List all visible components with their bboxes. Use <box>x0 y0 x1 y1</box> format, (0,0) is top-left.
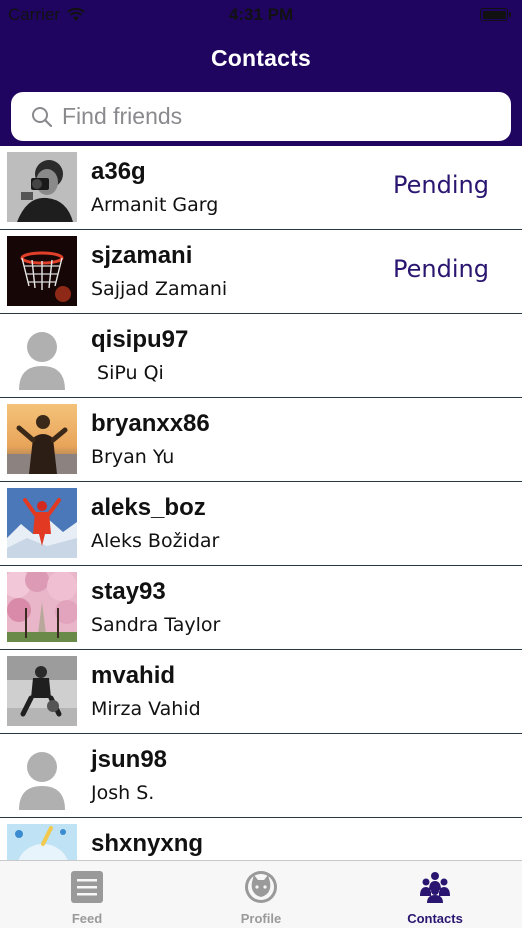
status-time: 4:31 PM <box>228 5 294 24</box>
contact-row[interactable]: a36g Armanit Garg Pending <box>0 146 522 230</box>
battery-icon <box>480 8 511 21</box>
tab-label: Profile <box>240 911 282 926</box>
group-icon <box>420 872 450 903</box>
avatar <box>7 236 77 306</box>
contact-row[interactable]: stay93 Sandra Taylor <box>0 566 522 650</box>
narwhal-cartoon-photo <box>7 824 77 860</box>
basketball-hoop-photo <box>7 236 77 306</box>
avatar <box>7 404 77 474</box>
avatar <box>7 740 77 810</box>
feed-icon <box>71 871 103 903</box>
contact-row[interactable]: bryanxx86 Bryan Yu <box>0 398 522 482</box>
cherry-blossom-path-photo <box>7 572 77 642</box>
avatar <box>7 824 77 860</box>
tab-feed[interactable]: Feed <box>0 861 174 928</box>
contact-fullname: Josh S. <box>91 782 155 804</box>
contact-row[interactable]: sjzamani Sajjad Zamani Pending <box>0 230 522 314</box>
contact-username: jsun98 <box>91 746 168 773</box>
tab-bar: Feed Profile Contacts <box>0 860 522 928</box>
page-title: Contacts <box>210 45 311 71</box>
contact-list[interactable]: a36g Armanit Garg Pending sjzamani Sajja… <box>0 146 522 860</box>
avatar <box>7 488 77 558</box>
contact-fullname: Sandra Taylor <box>91 614 221 636</box>
pending-status: Pending <box>393 255 489 283</box>
avatar <box>7 152 77 222</box>
contact-row[interactable]: qisipu97 SiPu Qi <box>0 314 522 398</box>
contact-username: stay93 <box>91 578 166 605</box>
contact-username: bryanxx86 <box>91 410 210 437</box>
contact-fullname: Aleks Božidar <box>91 530 220 552</box>
search-icon <box>32 106 53 127</box>
man-with-camera-photo <box>7 152 77 222</box>
header: Carrier 4:31 PM Contacts <box>0 0 522 146</box>
search-input[interactable] <box>62 103 482 130</box>
avatar <box>7 572 77 642</box>
contact-row[interactable]: mvahid Mirza Vahid <box>0 650 522 734</box>
contact-row[interactable]: jsun98 Josh S. <box>0 734 522 818</box>
contact-fullname: Sajjad Zamani <box>91 278 228 300</box>
contact-username: shxnyxng <box>91 830 204 857</box>
default-avatar-icon <box>7 740 77 810</box>
tab-label: Contacts <box>407 911 463 926</box>
tab-label: Feed <box>71 911 103 926</box>
status-bar: Carrier 4:31 PM <box>0 0 522 30</box>
search-bar[interactable] <box>11 92 511 141</box>
pending-status: Pending <box>393 171 489 199</box>
contact-username: aleks_boz <box>91 494 206 521</box>
tab-contacts[interactable]: Contacts <box>348 861 522 928</box>
contact-fullname: SiPu Qi <box>91 362 164 384</box>
avatar <box>7 320 77 390</box>
contact-row[interactable]: aleks_boz Aleks Božidar <box>0 482 522 566</box>
mountain-climber-photo <box>7 488 77 558</box>
contact-username: sjzamani <box>91 242 193 269</box>
cat-icon <box>245 871 277 903</box>
contact-fullname: Mirza Vahid <box>91 698 201 720</box>
contact-username: mvahid <box>91 662 176 689</box>
contact-row[interactable]: shxnyxng <box>0 818 522 860</box>
sunset-man-photo <box>7 404 77 474</box>
contact-username: qisipu97 <box>91 326 189 353</box>
avatar <box>7 656 77 726</box>
contact-fullname: Bryan Yu <box>91 446 175 468</box>
basketball-player-photo <box>7 656 77 726</box>
default-avatar-icon <box>7 320 77 390</box>
contact-username: a36g <box>91 158 146 185</box>
tab-profile[interactable]: Profile <box>174 861 348 928</box>
contact-fullname: Armanit Garg <box>91 194 219 216</box>
